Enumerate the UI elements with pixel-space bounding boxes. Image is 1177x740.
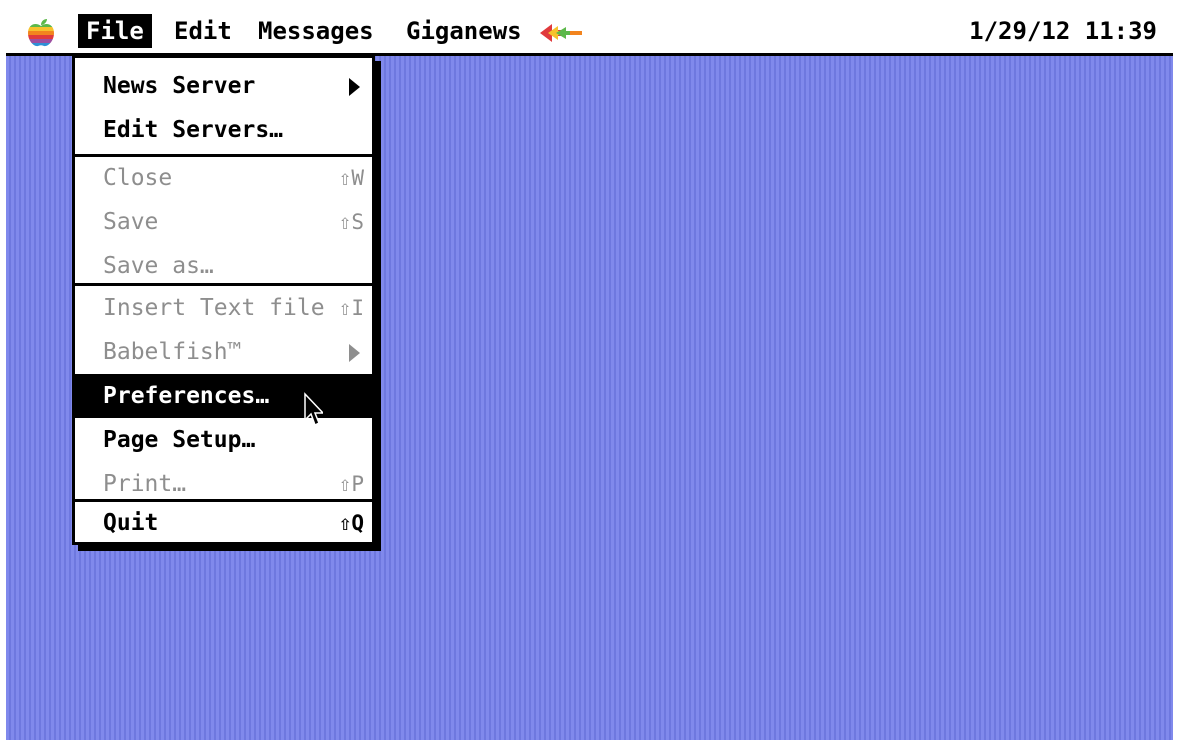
- menu-item-label: Close: [103, 165, 173, 191]
- menu-shortcut: ⇧Q: [338, 511, 364, 535]
- menu-item-label: Save as…: [103, 253, 214, 279]
- menu-item-page-setup[interactable]: Page Setup…: [75, 418, 372, 462]
- apple-rainbow-icon: [28, 19, 54, 47]
- giganews-logo-icon[interactable]: [536, 18, 584, 48]
- menu-item-label: Edit Servers…: [103, 117, 284, 143]
- apple-menu[interactable]: [24, 18, 58, 48]
- menu-shortcut: ⇧S: [338, 210, 364, 234]
- menu-item-quit[interactable]: Quit ⇧Q: [75, 501, 372, 545]
- file-dropdown-menu: News Server Edit Servers… Close ⇧W Save …: [72, 55, 375, 545]
- menu-item-label: Page Setup…: [103, 427, 256, 453]
- desktop: File Edit Messages Giganews 1/29/12 11:3…: [6, 8, 1173, 740]
- arrow-pointer-icon: [304, 392, 323, 427]
- menu-item-label: Insert Text file: [103, 295, 325, 321]
- menu-item-label: Preferences…: [103, 383, 270, 409]
- menu-shortcut: ⇧P: [338, 472, 364, 496]
- menu-messages[interactable]: Messages: [250, 14, 382, 48]
- menu-item-edit-servers[interactable]: Edit Servers…: [75, 108, 372, 152]
- menu-file[interactable]: File: [78, 14, 152, 48]
- menu-item-preferences[interactable]: Preferences…: [75, 374, 372, 418]
- menu-item-label: Save: [103, 209, 159, 235]
- submenu-arrow-icon: [349, 78, 360, 96]
- menubar-clock: 1/29/12 11:39: [969, 17, 1157, 45]
- menu-item-label: Babelfish™: [103, 339, 242, 365]
- menu-item-close[interactable]: Close ⇧W: [75, 156, 372, 200]
- menu-item-insert-text-file[interactable]: Insert Text file ⇧I: [75, 286, 372, 330]
- menu-item-news-server[interactable]: News Server: [75, 64, 372, 108]
- menu-giganews[interactable]: Giganews: [398, 14, 530, 48]
- menu-edit[interactable]: Edit: [166, 14, 240, 48]
- menu-item-save-as[interactable]: Save as…: [75, 244, 372, 288]
- menu-item-label: News Server: [103, 73, 256, 99]
- submenu-arrow-icon: [349, 344, 360, 362]
- menu-item-label: Print…: [103, 471, 187, 497]
- menu-item-save[interactable]: Save ⇧S: [75, 200, 372, 244]
- menu-item-label: Quit: [103, 510, 159, 536]
- menu-item-babelfish[interactable]: Babelfish™: [75, 330, 372, 374]
- menu-shortcut: ⇧I: [338, 296, 364, 320]
- menu-shortcut: ⇧W: [338, 166, 364, 190]
- menu-bar: File Edit Messages Giganews 1/29/12 11:3…: [6, 8, 1173, 56]
